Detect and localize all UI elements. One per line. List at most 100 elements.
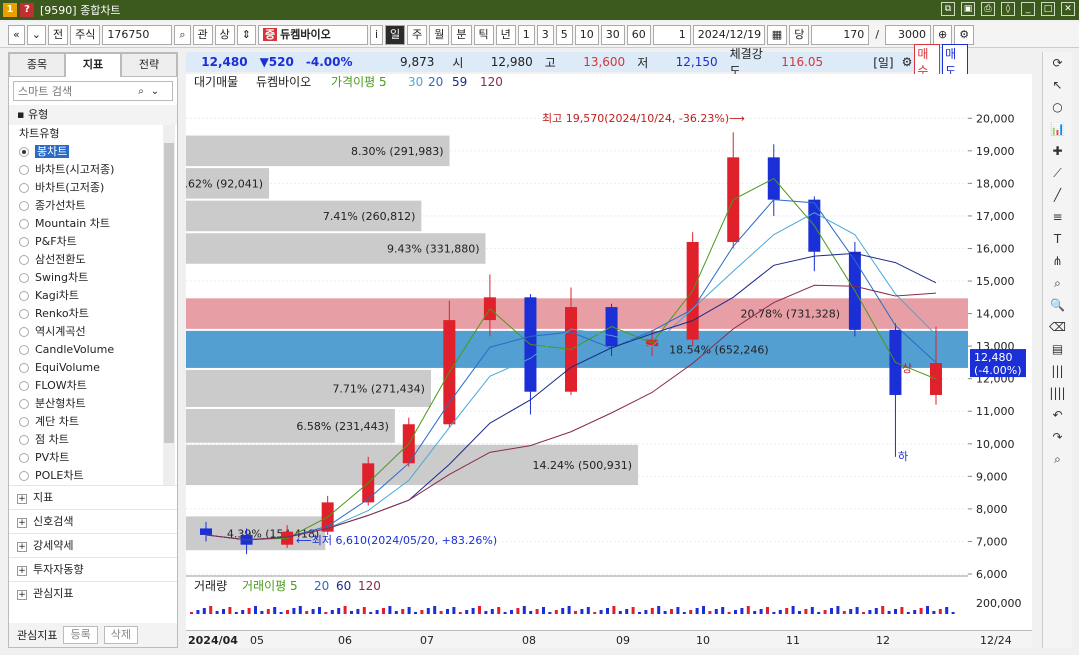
period-daily[interactable]: 일 — [385, 24, 406, 45]
tab-stock[interactable]: 종목 — [9, 53, 65, 77]
interval-3[interactable]: 3 — [536, 24, 554, 45]
chart-type-item[interactable]: Renko차트 — [9, 305, 177, 323]
trend-line-icon[interactable]: ╱ — [1043, 184, 1072, 206]
radio-icon[interactable] — [19, 291, 29, 301]
expand-icon[interactable]: + — [17, 542, 27, 552]
interval-60[interactable]: 60 — [626, 24, 651, 45]
radio-icon[interactable] — [19, 381, 29, 391]
chart-type-item[interactable]: 분산형차트 — [9, 395, 177, 413]
help-icon[interactable]: ? — [20, 3, 34, 17]
undo-icon[interactable]: ↶ — [1043, 404, 1072, 426]
radio-icon[interactable] — [19, 219, 29, 229]
radio-icon[interactable] — [19, 345, 29, 355]
chart-type-item[interactable]: Kagi차트 — [9, 287, 177, 305]
save-icon[interactable]: ▣ — [961, 2, 975, 16]
magnify-icon[interactable]: 🔍 — [1043, 294, 1072, 316]
chart-type-item[interactable]: 종가선차트 — [9, 197, 177, 215]
radio-icon[interactable] — [19, 147, 29, 157]
tab-strategy[interactable]: 전략 — [121, 53, 177, 77]
chart-type-item[interactable]: EquiVolume — [9, 359, 177, 377]
tab-indicator[interactable]: 지표 — [65, 53, 121, 77]
grid-icon[interactable]: ▤ — [1043, 338, 1072, 360]
code-type-button[interactable]: 전 — [47, 24, 69, 45]
period-year[interactable]: 년 — [495, 24, 516, 45]
close-icon[interactable]: ✕ — [1061, 2, 1075, 16]
radio-icon[interactable] — [19, 453, 29, 463]
chart-type-item[interactable]: Swing차트 — [9, 269, 177, 287]
date-input[interactable]: 2024/12/19 — [692, 24, 765, 45]
radio-icon[interactable] — [19, 363, 29, 373]
period-tick[interactable]: 틱 — [473, 24, 494, 45]
chart-type-item[interactable]: CandleVolume — [9, 341, 177, 359]
delete-button[interactable]: 삭제 — [103, 626, 138, 644]
zoom-icon[interactable]: ⌕ — [1043, 272, 1072, 294]
columns-icon[interactable]: |||| — [1043, 382, 1072, 404]
chart-type-item[interactable]: FLOW차트 — [9, 377, 177, 395]
fib-icon[interactable]: ≡ — [1043, 206, 1072, 228]
minimize-icon[interactable]: _ — [1021, 2, 1035, 16]
interval-30[interactable]: 30 — [600, 24, 625, 45]
radio-icon[interactable] — [19, 237, 29, 247]
chart-area[interactable]: 대기매물 듀켐바이오 가격이평 5 30 20 59 120 8.30% (291,983) 2… — [178, 74, 968, 630]
count-select[interactable]: 1 — [652, 24, 691, 45]
radio-icon[interactable] — [19, 273, 29, 283]
zoom-add-icon[interactable]: ⊕ — [933, 24, 953, 45]
stock-name-field[interactable]: 증 듀켐바이오 — [257, 24, 368, 45]
radio-icon[interactable] — [19, 327, 29, 337]
chart-type-item[interactable]: Mountain 차트 — [9, 215, 177, 233]
redo-icon[interactable]: ↷ — [1043, 426, 1072, 448]
price-chart-svg[interactable]: 대기매물 듀켐바이오 가격이평 5 30 20 59 120 8.30% (291,983) 2… — [178, 74, 968, 630]
group-item[interactable]: + 지표 — [9, 485, 177, 509]
radio-icon[interactable] — [19, 255, 29, 265]
pattern-icon[interactable]: ⋔ — [1043, 250, 1072, 272]
radio-icon[interactable] — [19, 471, 29, 481]
crosshair-icon[interactable]: ✚ — [1043, 140, 1072, 162]
dang-button[interactable]: 당 — [789, 24, 810, 45]
group-item[interactable]: + 강세약세 — [9, 533, 177, 557]
register-button[interactable]: 등록 — [63, 626, 98, 644]
view-count-input[interactable]: 170 — [811, 24, 870, 45]
text-tool-icon[interactable]: T — [1043, 228, 1072, 250]
expand-icon[interactable]: + — [17, 494, 27, 504]
calendar-icon[interactable]: ▦ — [766, 24, 788, 45]
tree-scrollbar[interactable] — [163, 125, 175, 485]
smart-search-input[interactable] — [14, 82, 134, 100]
group-item[interactable]: + 신호검색 — [9, 509, 177, 533]
expand-icon[interactable]: + — [17, 518, 27, 528]
chart-type-item[interactable]: POLE차트 — [9, 467, 177, 485]
period-weekly[interactable]: 주 — [407, 24, 428, 45]
chart-type-item[interactable]: 바차트(시고저종) — [9, 161, 177, 179]
chart-type-item[interactable]: 계단 차트 — [9, 413, 177, 431]
max-count-input[interactable]: 3000 — [885, 24, 932, 45]
chart-type-item[interactable]: 삼선전환도 — [9, 251, 177, 269]
chart-type-item[interactable]: P&F차트 — [9, 233, 177, 251]
expand-icon[interactable]: + — [17, 566, 27, 576]
link-icon[interactable]: ⧉ — [941, 2, 955, 16]
settings-icon[interactable]: ⚙ — [954, 24, 975, 45]
settings-icon[interactable]: ⚙ — [900, 55, 915, 69]
stock-code-input[interactable]: 176750 — [102, 24, 173, 45]
chart-type-item[interactable]: 역시계곡선 — [9, 323, 177, 341]
group-item[interactable]: + 관심지표 — [9, 581, 177, 605]
prev-double-icon[interactable]: « — [8, 24, 25, 45]
circle-icon[interactable]: ○ — [1043, 96, 1072, 118]
search-icon[interactable]: ⌕ — [1043, 448, 1072, 470]
group-item[interactable]: + 투자자동향 — [9, 557, 177, 581]
section-type[interactable]: ▪ 유형 — [9, 105, 177, 125]
updown-icon[interactable]: ⇕ — [236, 24, 256, 45]
eraser-icon[interactable]: ⌫ — [1043, 316, 1072, 338]
info-button[interactable]: i — [369, 24, 384, 45]
chart-type-item[interactable]: 점 차트 — [9, 431, 177, 449]
dropdown-icon[interactable]: ⌄ — [26, 24, 46, 45]
maximize-icon[interactable]: □ — [1041, 2, 1055, 16]
interval-1[interactable]: 1 — [517, 24, 535, 45]
expand-icon[interactable]: + — [17, 590, 27, 600]
chart-type-item[interactable]: 바차트(고저종) — [9, 179, 177, 197]
cursor-icon[interactable]: ↖ — [1043, 74, 1072, 96]
refresh-icon[interactable]: ⟳ — [1043, 52, 1072, 74]
interval-5[interactable]: 5 — [555, 24, 573, 45]
period-monthly[interactable]: 월 — [429, 24, 450, 45]
radio-icon[interactable] — [19, 309, 29, 319]
search-icon[interactable]: ⌕ — [174, 24, 191, 45]
related-button[interactable]: 관 — [192, 24, 213, 45]
